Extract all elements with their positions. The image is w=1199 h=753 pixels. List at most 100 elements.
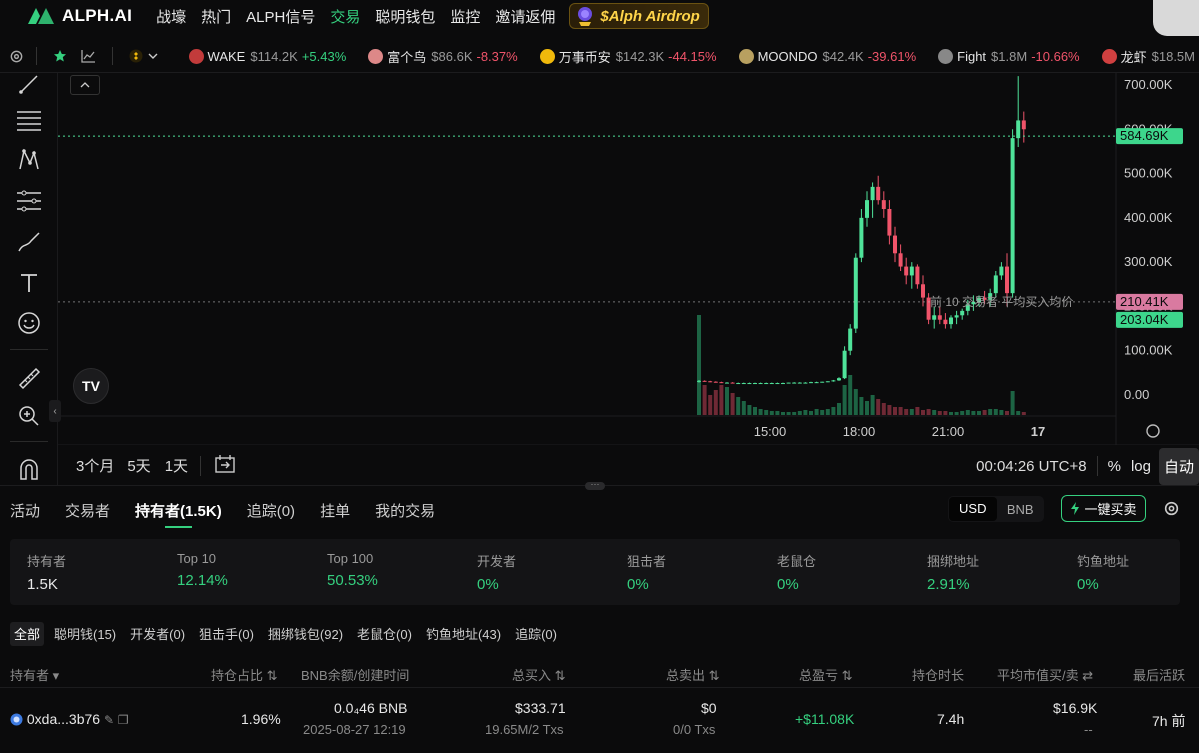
- nav-link-trade[interactable]: 交易: [330, 6, 360, 27]
- stat-value: 2.91%: [927, 576, 970, 593]
- timeframe-3m[interactable]: 3个月: [76, 455, 114, 476]
- date-range-icon[interactable]: [214, 454, 236, 478]
- col-share[interactable]: 持仓占比 ⇅: [211, 665, 278, 684]
- tab-tracking[interactable]: 追踪(0): [247, 490, 295, 530]
- filter-smart-money[interactable]: 聪明钱(15): [50, 622, 120, 646]
- toggle-toolbar-arrow-icon[interactable]: ‹: [49, 400, 61, 422]
- airdrop-button[interactable]: $Alph Airdrop: [569, 3, 709, 29]
- volume-bar: [999, 410, 1004, 415]
- nav-link-smart-wallet[interactable]: 聪明钱包: [375, 6, 435, 27]
- holder-duration: 7.4h: [937, 711, 965, 727]
- favorite-star-icon[interactable]: [53, 48, 67, 64]
- filter-bundled[interactable]: 捆绑钱包(92): [264, 622, 347, 646]
- candle-body: [859, 217, 864, 258]
- currency-toggle: USD BNB: [948, 496, 1044, 522]
- col-avg-mc-label: 平均市值买/卖: [997, 668, 1079, 683]
- utc-clock[interactable]: 00:04:26 UTC+8: [976, 458, 1087, 475]
- auto-scale-toggle[interactable]: 自动: [1158, 447, 1199, 485]
- ruler-tool-icon[interactable]: [14, 363, 44, 393]
- ticker-item[interactable]: Fight $1.8M -10.66%: [938, 48, 1080, 64]
- line-chart-icon[interactable]: [81, 48, 96, 64]
- settings-gear-icon[interactable]: [1163, 500, 1180, 522]
- filter-phishing[interactable]: 钓鱼地址(43): [422, 622, 505, 646]
- candle-body: [960, 310, 965, 316]
- horizontal-lines-tool-icon[interactable]: [14, 105, 44, 135]
- filter-dev[interactable]: 开发者(0): [126, 622, 189, 646]
- ticker-item[interactable]: WAKE $114.2K +5.43%: [188, 48, 346, 64]
- col-total-sell[interactable]: 总卖出 ⇅: [666, 665, 720, 684]
- filter-tracking[interactable]: 追踪(0): [511, 622, 561, 646]
- nav-link-hot[interactable]: 热门: [201, 6, 231, 27]
- volume-bar: [881, 403, 886, 415]
- holder-address[interactable]: 0xda...3b76 ✎ ❐: [10, 711, 129, 727]
- filter-snipers[interactable]: 狙击手(0): [195, 622, 258, 646]
- holder-pnl: +$11.08K: [795, 711, 855, 727]
- trend-line-tool-icon[interactable]: [14, 69, 44, 99]
- token-avatar-icon: [738, 48, 754, 64]
- ticker-item[interactable]: 龙虾 $18.5M: [1101, 47, 1199, 66]
- col-holder[interactable]: 持有者 ▾: [10, 665, 59, 684]
- volume-bar: [820, 410, 825, 415]
- candle-body: [725, 382, 729, 384]
- filter-funnel-icon[interactable]: ▾: [53, 668, 60, 683]
- tab-orders[interactable]: 挂单: [320, 490, 350, 530]
- ticker-item[interactable]: MOONDO $42.4K -39.61%: [738, 48, 916, 64]
- pattern-tool-icon[interactable]: [14, 145, 44, 175]
- settings-gear-icon[interactable]: [9, 48, 24, 64]
- sort-icon: ⇅: [266, 668, 278, 683]
- timeframe-5d[interactable]: 5天: [127, 455, 150, 476]
- one-key-trade-label: 一键买卖: [1084, 502, 1137, 517]
- volume-bar: [781, 412, 785, 415]
- col-total-buy[interactable]: 总买入 ⇅: [512, 665, 566, 684]
- copy-icon[interactable]: ❐: [118, 713, 129, 727]
- volume-bar: [741, 401, 746, 415]
- col-avg-mc[interactable]: 平均市值买/卖 ⇄: [997, 665, 1093, 684]
- token-avatar-icon: [938, 48, 954, 64]
- col-pnl[interactable]: 总盈亏 ⇅: [799, 665, 853, 684]
- nav-link-signals[interactable]: ALPH信号: [246, 6, 315, 27]
- candle-body: [825, 381, 830, 383]
- percent-scale-toggle[interactable]: %: [1108, 458, 1121, 475]
- nav-link-referral[interactable]: 邀请返佣: [495, 6, 555, 27]
- tab-holders[interactable]: 持有者(1.5K): [135, 490, 222, 530]
- filter-all[interactable]: 全部: [10, 622, 45, 646]
- candle-body: [949, 317, 953, 325]
- price-chart[interactable]: 700.00K600.00K500.00K400.00K300.00K200.0…: [58, 73, 1199, 445]
- candle-body: [747, 383, 752, 385]
- tradingview-logo-icon[interactable]: TV: [73, 368, 109, 404]
- tab-activity[interactable]: 活动: [10, 490, 40, 530]
- holder-avg-mc-sell: --: [1084, 722, 1093, 737]
- window-corner-button[interactable]: [1153, 0, 1199, 36]
- chevron-down-icon[interactable]: [147, 48, 159, 64]
- edit-pencil-icon[interactable]: ✎: [104, 713, 114, 727]
- collapse-toolbar-button[interactable]: [70, 75, 100, 95]
- nav-link-monitor[interactable]: 监控: [450, 6, 480, 27]
- sort-icon: ⇅: [554, 668, 566, 683]
- resize-handle[interactable]: ···: [585, 480, 605, 490]
- volume-bar: [960, 411, 965, 415]
- candle-body: [898, 253, 903, 267]
- fib-tool-icon[interactable]: [14, 186, 44, 216]
- timeframe-1d[interactable]: 1天: [165, 455, 188, 476]
- ticker-item[interactable]: 富个鸟 $86.6K -8.37%: [368, 47, 518, 66]
- currency-bnb[interactable]: BNB: [997, 502, 1045, 517]
- bnb-chain-icon[interactable]: [129, 48, 143, 64]
- one-key-trade-button[interactable]: 一键买卖: [1061, 495, 1146, 522]
- bnb-token-icon: [10, 713, 23, 726]
- currency-usd[interactable]: USD: [949, 497, 997, 521]
- candlestick-chart[interactable]: 700.00K600.00K500.00K400.00K300.00K200.0…: [58, 73, 1199, 445]
- nav-link-trenches[interactable]: 战壕: [156, 6, 186, 27]
- candle-body: [932, 315, 937, 320]
- ticker-item[interactable]: 万事币安 $142.3K -44.15%: [539, 47, 717, 66]
- volume-bar: [753, 407, 757, 415]
- logo[interactable]: ALPH.AI: [26, 6, 132, 26]
- brush-tool-icon[interactable]: [14, 227, 44, 257]
- text-tool-icon[interactable]: [14, 268, 44, 298]
- log-scale-toggle[interactable]: log: [1131, 458, 1151, 475]
- tab-traders[interactable]: 交易者: [65, 490, 110, 530]
- emoji-tool-icon[interactable]: [14, 308, 44, 338]
- filter-insiders[interactable]: 老鼠仓(0): [353, 622, 416, 646]
- zoom-in-icon[interactable]: [14, 401, 44, 431]
- tab-my-trades[interactable]: 我的交易: [375, 490, 435, 530]
- table-row[interactable]: 0xda...3b76 ✎ ❐ 1.96% 0.0₄46 BNB 2025-08…: [0, 690, 1199, 746]
